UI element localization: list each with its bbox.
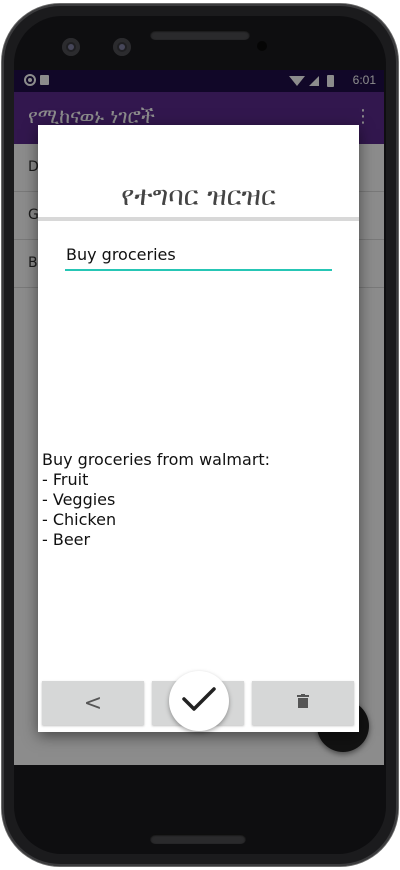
delete-button[interactable] [252, 681, 354, 725]
trash-icon [297, 694, 309, 712]
front-camera-left [62, 38, 80, 56]
back-button[interactable]: < [42, 681, 144, 725]
dialog-divider [38, 217, 359, 221]
task-name-input[interactable] [65, 241, 332, 271]
confirm-button[interactable] [169, 671, 229, 731]
task-detail-dialog: የተግባር ዝርዝር Buy groceries from walmart: -… [38, 125, 359, 732]
back-chevron-icon: < [83, 690, 103, 716]
task-description[interactable]: Buy groceries from walmart: - Fruit - Ve… [42, 450, 352, 550]
dialog-title: የተግባር ዝርዝር [121, 181, 276, 212]
proximity-sensor [257, 41, 267, 51]
front-camera-right [113, 38, 131, 56]
checkmark-icon [182, 686, 216, 716]
earpiece-speaker [150, 30, 250, 40]
bottom-speaker [150, 834, 246, 844]
